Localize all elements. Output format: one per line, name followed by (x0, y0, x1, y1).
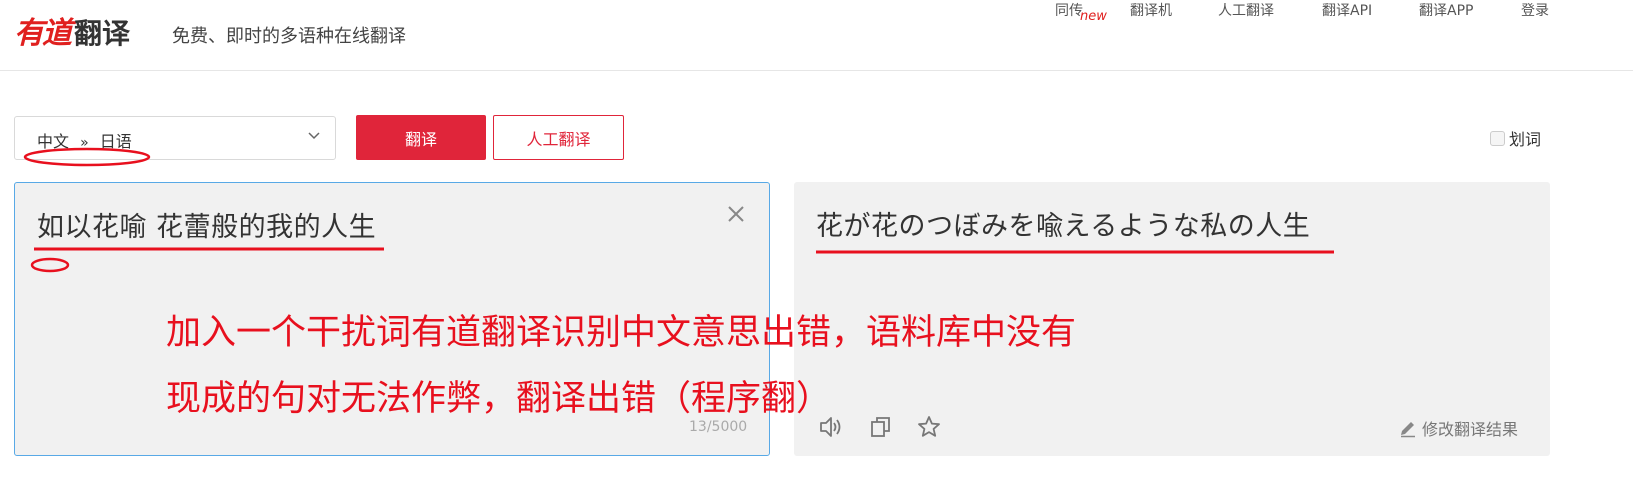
copy-icon[interactable] (868, 414, 894, 440)
nav-item-api[interactable]: 翻译API (1322, 0, 1372, 20)
pencil-icon (1401, 422, 1415, 438)
language-separator: » (80, 135, 89, 151)
language-pair: 中文 » 日语 (37, 128, 132, 152)
header: 有道 翻译 免费、即时的多语种在线翻译 同传 new 翻译机 人工翻译 翻译AP… (0, 0, 1633, 71)
character-count: 13/5000 (689, 419, 748, 435)
close-icon[interactable] (725, 203, 747, 225)
nav-item-human-translation[interactable]: 人工翻译 (1218, 0, 1274, 20)
translated-text: 花が花のつぼみを喩えるような私の人生 (816, 211, 1311, 242)
nav-item-translator-device[interactable]: 翻译机 (1130, 0, 1172, 20)
human-translate-button[interactable]: 人工翻译 (493, 115, 624, 160)
word-select-toggle[interactable]: 划词 (1490, 126, 1541, 150)
annotation-line-1: 加入一个干扰词有道翻译识别中文意思出错，语料库中没有 (166, 313, 1077, 353)
slogan: 免费、即时的多语种在线翻译 (172, 26, 406, 47)
logo-brand: 有道 (14, 16, 72, 51)
target-language: 日语 (99, 132, 132, 151)
edit-translation-link[interactable]: 修改翻译结果 (1398, 416, 1518, 440)
source-text[interactable]: 如以花喻 花蕾般的我的人生 (37, 205, 376, 244)
logo-product: 翻译 (74, 17, 131, 50)
new-badge: new (1080, 9, 1107, 24)
edit-translation-label: 修改翻译结果 (1422, 420, 1519, 439)
chevron-down-icon (308, 132, 320, 140)
word-select-checkbox[interactable] (1490, 130, 1505, 146)
annotation-line-2: 现成的句对无法作弊，翻译出错（程序翻） (166, 379, 832, 419)
nav-item-login[interactable]: 登录 (1521, 0, 1549, 20)
source-language: 中文 (37, 132, 70, 151)
star-icon[interactable] (916, 414, 942, 440)
translate-button[interactable]: 翻译 (356, 115, 486, 160)
word-select-label: 划词 (1509, 130, 1542, 149)
nav-item-simultaneous[interactable]: 同传 (1055, 0, 1083, 20)
nav-item-app[interactable]: 翻译APP (1419, 0, 1473, 20)
youdao-logo[interactable]: 有道 翻译 (14, 8, 130, 52)
language-select[interactable]: 中文 » 日语 (14, 116, 336, 160)
